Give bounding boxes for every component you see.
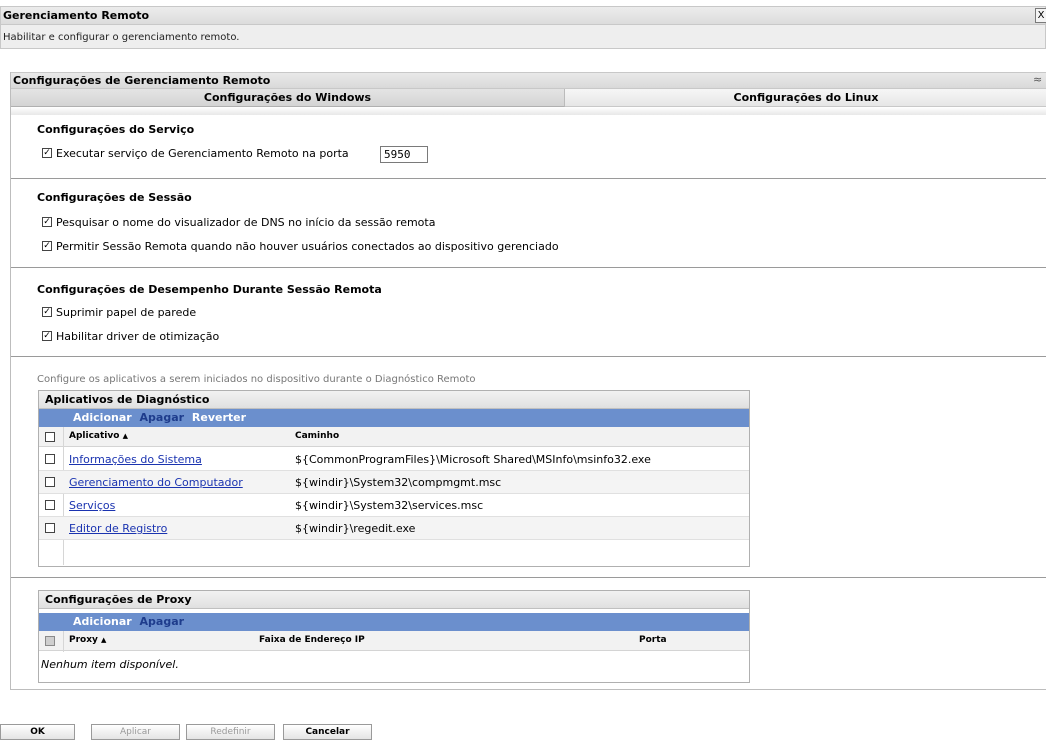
table-row: Editor de Registro ${windir}\regedit.exe xyxy=(39,517,749,540)
column-header-port: Porta xyxy=(639,635,667,645)
column-header-app-label: Aplicativo xyxy=(69,431,120,441)
section-divider xyxy=(11,577,1046,578)
reset-button[interactable]: Redefinir xyxy=(186,724,275,740)
column-header-proxy-label: Proxy xyxy=(69,635,98,645)
collapse-icon[interactable]: ≈ xyxy=(1033,73,1042,86)
section-divider xyxy=(11,267,1046,268)
close-icon[interactable]: X xyxy=(1035,8,1046,23)
sort-asc-icon: ▲ xyxy=(122,432,128,440)
table-header-row: Proxy ▲ Faixa de Endereço IP Porta xyxy=(39,631,749,651)
row-checkbox[interactable] xyxy=(45,523,55,533)
tab-content-top xyxy=(11,107,1046,115)
app-path: ${windir}\regedit.exe xyxy=(295,522,416,535)
app-link[interactable]: Gerenciamento do Computador xyxy=(69,476,243,489)
performance-settings-title: Configurações de Desempenho Durante Sess… xyxy=(37,283,382,296)
table-header-row: Aplicativo ▲ Caminho xyxy=(39,427,749,447)
diagnostic-hint: Configure os aplicativos a serem iniciad… xyxy=(37,374,476,385)
revert-button[interactable]: Reverter xyxy=(192,411,246,424)
proxy-settings-table: Configurações de Proxy Adicionar Apagar … xyxy=(38,590,750,683)
add-button[interactable]: Adicionar xyxy=(73,411,132,424)
app-path: ${windir}\System32\compmgmt.msc xyxy=(295,476,502,489)
column-header-proxy[interactable]: Proxy ▲ xyxy=(69,635,106,645)
column-header-ip-range: Faixa de Endereço IP xyxy=(259,635,365,645)
panel-title-bar: Configurações de Gerenciamento Remoto ≈ xyxy=(11,72,1046,89)
select-all-checkbox[interactable] xyxy=(45,432,55,442)
table-toolbar: Adicionar Apagar Reverter xyxy=(39,409,749,427)
app-link[interactable]: Editor de Registro xyxy=(69,522,167,535)
add-button[interactable]: Adicionar xyxy=(73,615,132,628)
column-header-app[interactable]: Aplicativo ▲ xyxy=(69,431,128,441)
section-divider xyxy=(11,356,1046,357)
select-all-checkbox xyxy=(45,636,55,646)
column-divider xyxy=(63,631,64,652)
app-path: ${windir}\System32\services.msc xyxy=(295,499,484,512)
panel-title: Configurações de Gerenciamento Remoto xyxy=(13,74,271,87)
allow-no-user-checkbox[interactable]: ✓ xyxy=(42,241,52,251)
apply-button[interactable]: Aplicar xyxy=(91,724,180,740)
allow-no-user-label: Permitir Sessão Remota quando não houver… xyxy=(56,240,559,253)
table-title: Configurações de Proxy xyxy=(39,591,749,609)
tab-windows-settings[interactable]: Configurações do Windows xyxy=(11,89,565,107)
port-input[interactable] xyxy=(380,146,428,163)
section-divider xyxy=(11,178,1046,179)
dns-lookup-checkbox[interactable]: ✓ xyxy=(42,217,52,227)
page-header-bar: Gerenciamento Remoto X xyxy=(1,7,1046,25)
delete-button[interactable]: Apagar xyxy=(140,615,185,628)
ok-button[interactable]: OK xyxy=(0,724,75,740)
diagnostic-apps-table: Aplicativos de Diagnóstico Adicionar Apa… xyxy=(38,390,750,567)
session-settings-title: Configurações de Sessão xyxy=(37,191,192,204)
app-link[interactable]: Serviços xyxy=(69,499,115,512)
run-service-checkbox[interactable]: ✓ xyxy=(42,148,52,158)
app-path: ${CommonProgramFiles}\Microsoft Shared\M… xyxy=(295,453,651,466)
table-row: Serviços ${windir}\System32\services.msc xyxy=(39,494,749,517)
page-title: Gerenciamento Remoto xyxy=(3,9,150,22)
optimization-driver-label: Habilitar driver de otimização xyxy=(56,330,220,343)
cancel-button[interactable]: Cancelar xyxy=(283,724,372,740)
row-checkbox[interactable] xyxy=(45,500,55,510)
empty-table-message: Nenhum item disponível. xyxy=(41,658,179,671)
optimization-driver-checkbox[interactable]: ✓ xyxy=(42,331,52,341)
table-row: Gerenciamento do Computador ${windir}\Sy… xyxy=(39,471,749,494)
service-settings-title: Configurações do Serviço xyxy=(37,123,195,136)
tab-linux-settings[interactable]: Configurações do Linux xyxy=(565,89,1046,107)
page-subtitle: Habilitar e configurar o gerenciamento r… xyxy=(3,32,240,43)
table-toolbar: Adicionar Apagar xyxy=(39,613,749,631)
remote-management-settings-panel: Configurações de Gerenciamento Remoto ≈ … xyxy=(10,72,1046,690)
row-checkbox[interactable] xyxy=(45,477,55,487)
table-row: Informações do Sistema ${CommonProgramFi… xyxy=(39,448,749,471)
table-title: Aplicativos de Diagnóstico xyxy=(39,391,749,409)
app-link[interactable]: Informações do Sistema xyxy=(69,453,202,466)
suppress-wallpaper-checkbox[interactable]: ✓ xyxy=(42,307,52,317)
suppress-wallpaper-label: Suprimir papel de parede xyxy=(56,306,197,319)
page-header-panel: Gerenciamento Remoto X Habilitar e confi… xyxy=(0,6,1046,49)
sort-asc-icon: ▲ xyxy=(101,636,107,644)
run-service-label: Executar serviço de Gerenciamento Remoto… xyxy=(56,147,349,160)
dns-lookup-label: Pesquisar o nome do visualizador de DNS … xyxy=(56,216,436,229)
row-checkbox[interactable] xyxy=(45,454,55,464)
delete-button[interactable]: Apagar xyxy=(140,411,185,424)
column-header-path: Caminho xyxy=(295,431,340,441)
